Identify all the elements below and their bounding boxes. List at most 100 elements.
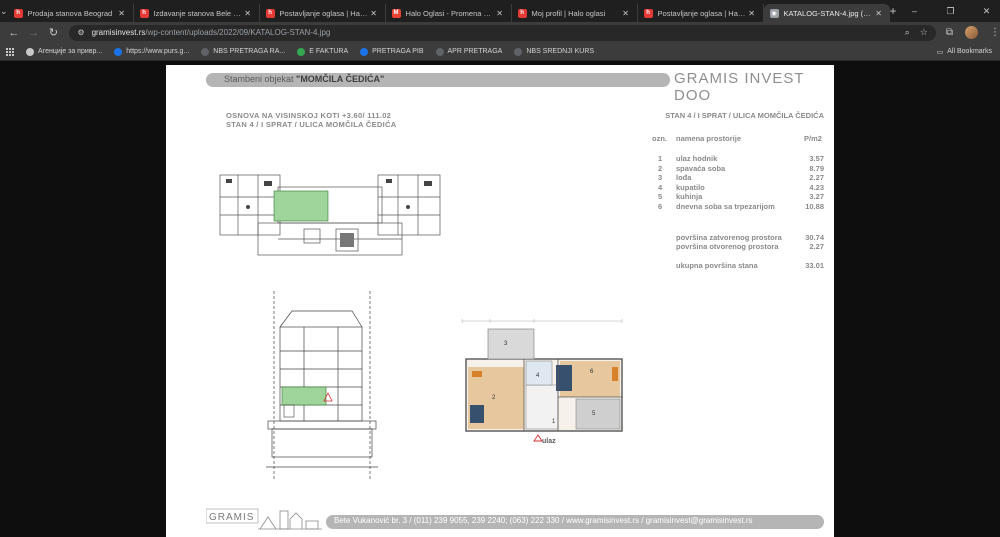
bookmark-item[interactable]: Агенције за привр...	[26, 47, 103, 56]
zoom-icon[interactable]: ⌕	[905, 27, 910, 38]
reload-icon[interactable]: ↻	[44, 26, 64, 39]
bookmark-item[interactable]: NBS PRETRAGA RA...	[201, 47, 286, 56]
extensions-icon[interactable]: ⧉	[946, 27, 953, 38]
room-number: 3	[658, 173, 663, 182]
tab-list: h Prodaja stanova Beograd ✕ h Izdavanje stan…	[8, 0, 890, 22]
tab-title: Postavljanje oglasa | Halo oglas	[279, 8, 369, 18]
closed-area-row: površina zatvorenog prostora 30.74	[676, 233, 824, 242]
browser-tab[interactable]: h Prodaja stanova Beograd ✕	[8, 4, 134, 22]
tab-close-icon[interactable]: ✕	[243, 9, 253, 18]
bookmark-item[interactable]: NBS SREDNJI KURS	[514, 47, 595, 56]
bookmark-label: PRETRAGA PIB	[372, 48, 424, 55]
tab-favicon-icon: M	[391, 8, 401, 18]
menu-icon[interactable]: ⋮	[990, 27, 1000, 38]
apartment-floor-plan: 2 3 4 6 5 1	[461, 319, 623, 442]
tab-close-icon[interactable]: ✕	[117, 9, 127, 18]
tab-title: Halo Oglasi - Promena vaše loz	[405, 8, 495, 18]
image-viewer: Stambeni objekat "MOMČILA ČEDIĆA" GRAMIS…	[0, 61, 1000, 537]
forward-icon[interactable]: →	[24, 27, 44, 39]
tab-close-icon[interactable]: ✕	[747, 9, 757, 18]
open-area-row: površina otvorenog prostora 2.27	[676, 242, 824, 251]
all-bookmarks-button[interactable]: ▭ All Bookmarks	[937, 48, 992, 56]
room-area: 10.88	[805, 201, 824, 211]
bookmark-favicon-icon	[114, 47, 123, 56]
col-ozn: ozn.	[652, 134, 667, 143]
tab-title: Moj profil | Halo oglasi	[531, 8, 606, 18]
bookmark-item[interactable]: E FAKTURA	[297, 47, 349, 56]
room-area: 2.27	[809, 173, 824, 182]
room-name: kuhinja	[676, 192, 703, 201]
col-room-name: namena prostorije	[676, 134, 742, 143]
room-area: 4.23	[809, 182, 824, 192]
bookmark-item[interactable]: APR PRETRAGA	[435, 47, 502, 56]
room-number: 2	[658, 163, 663, 173]
bookmark-label: Агенције за привр...	[38, 48, 103, 55]
room-number: 5	[658, 192, 663, 201]
bookmark-star-icon[interactable]: ☆	[920, 27, 928, 38]
tab-favicon-icon: h	[517, 8, 527, 18]
browser-tab[interactable]: h Izdavanje stanova Bele vode | H✕	[134, 4, 260, 22]
tab-favicon-icon: h	[265, 8, 275, 18]
url-path: /wp-content/uploads/2022/09/KATALOG-STAN…	[145, 28, 331, 37]
room-row: 1 ulaz hodnik 3.57	[652, 154, 824, 164]
new-tab-button[interactable]: +	[890, 4, 897, 18]
floor-site-plan	[219, 174, 441, 256]
bookmark-label: E FAKTURA	[309, 48, 349, 55]
col-area: P/m2	[804, 134, 822, 143]
room-number: 1	[658, 154, 663, 163]
total-area-label: ukupna površina stana	[676, 261, 758, 270]
bookmark-item[interactable]: https://www.purs.g...	[114, 47, 190, 56]
site-info-icon[interactable]: ⚙	[77, 28, 84, 37]
tab-favicon-icon: h	[643, 8, 653, 18]
minimize-icon[interactable]: –	[897, 6, 933, 17]
address-bar[interactable]: ⚙ gramisinvest.rs/wp-content/uploads/202…	[69, 24, 936, 41]
room-row: 5 kuhinja 3.27	[652, 192, 824, 202]
tab-favicon-icon: ◉	[769, 8, 779, 18]
footer-contact: Bete Vukanović br. 3 / (011) 239 9055, 2…	[334, 516, 753, 525]
company-name: GRAMIS INVEST DOO	[674, 70, 805, 104]
browser-toolbar: ← → ↻ ⚙ gramisinvest.rs/wp-content/uploa…	[0, 22, 1000, 43]
bookmark-label: NBS SREDNJI KURS	[526, 48, 595, 55]
tab-search-icon[interactable]: ⌄	[0, 0, 8, 22]
bookmark-item[interactable]: PRETRAGA PIB	[360, 47, 424, 56]
folder-icon: ▭	[936, 48, 944, 56]
profile-avatar[interactable]	[964, 26, 978, 39]
maximize-icon[interactable]: ❐	[933, 6, 969, 17]
room-table: 1 ulaz hodnik 3.57 2 spavaća soba 8.79 3 lođa 2.…	[652, 154, 824, 211]
room-name: kupatilo	[676, 182, 705, 192]
gramis-logo: GRAMIS	[206, 508, 322, 530]
bookmarks-bar: Агенције за привр... https://www.purs.g..…	[0, 43, 1000, 61]
room-name: ulaz hodnik	[676, 154, 718, 163]
bookmark-label: https://www.purs.g...	[126, 48, 190, 55]
back-icon[interactable]: ←	[4, 27, 24, 39]
logo-text: GRAMIS	[209, 512, 254, 523]
tab-title: Postavljanje oglasa | Halo ogla	[657, 8, 747, 18]
room-number: 6	[658, 201, 663, 211]
tab-close-icon[interactable]: ✕	[369, 9, 379, 18]
browser-tab[interactable]: h Postavljanje oglasa | Halo ogla✕	[638, 4, 764, 22]
browser-tab[interactable]: ◉ KATALOG-STAN-4.jpg (1920×1✕	[763, 4, 890, 22]
building-title: Stambeni objekat "MOMČILA ČEDIĆA"	[224, 74, 384, 84]
apartment-label: STAN 4 / I SPRAT / ULICA MOMČILA ČEDIĆA	[226, 120, 397, 129]
tab-title: Prodaja stanova Beograd	[27, 8, 113, 18]
open-area-label: površina otvorenog prostora	[676, 242, 779, 251]
browser-tab[interactable]: h Moj profil | Halo oglasi ✕	[512, 4, 638, 22]
window-controls: – ❐ ✕	[897, 6, 1000, 17]
close-window-icon[interactable]: ✕	[969, 6, 1000, 17]
browser-tab[interactable]: M Halo Oglasi - Promena vaše loz✕	[386, 4, 512, 22]
tab-close-icon[interactable]: ✕	[874, 9, 884, 18]
building-title-name: "MOMČILA ČEDIĆA"	[296, 74, 385, 84]
table-title: STAN 4 / I SPRAT / ULICA MOMČILA ČEDIĆA	[665, 111, 824, 120]
apps-icon[interactable]	[6, 47, 14, 56]
room-area: 3.27	[809, 192, 824, 201]
bookmark-label: NBS PRETRAGA RA...	[213, 48, 286, 55]
room-name: spavaća soba	[676, 163, 726, 173]
browser-tab[interactable]: h Postavljanje oglasa | Halo oglas✕	[260, 4, 386, 22]
room-number: 4	[658, 182, 663, 192]
room-row: 6 dnevna soba sa trpezarijom 10.88	[652, 202, 824, 212]
total-area-value: 33.01	[805, 261, 824, 270]
tab-close-icon[interactable]: ✕	[621, 9, 631, 18]
bookmark-favicon-icon	[26, 47, 34, 56]
tab-close-icon[interactable]: ✕	[495, 9, 505, 18]
url-host: gramisinvest.rs	[91, 28, 146, 37]
